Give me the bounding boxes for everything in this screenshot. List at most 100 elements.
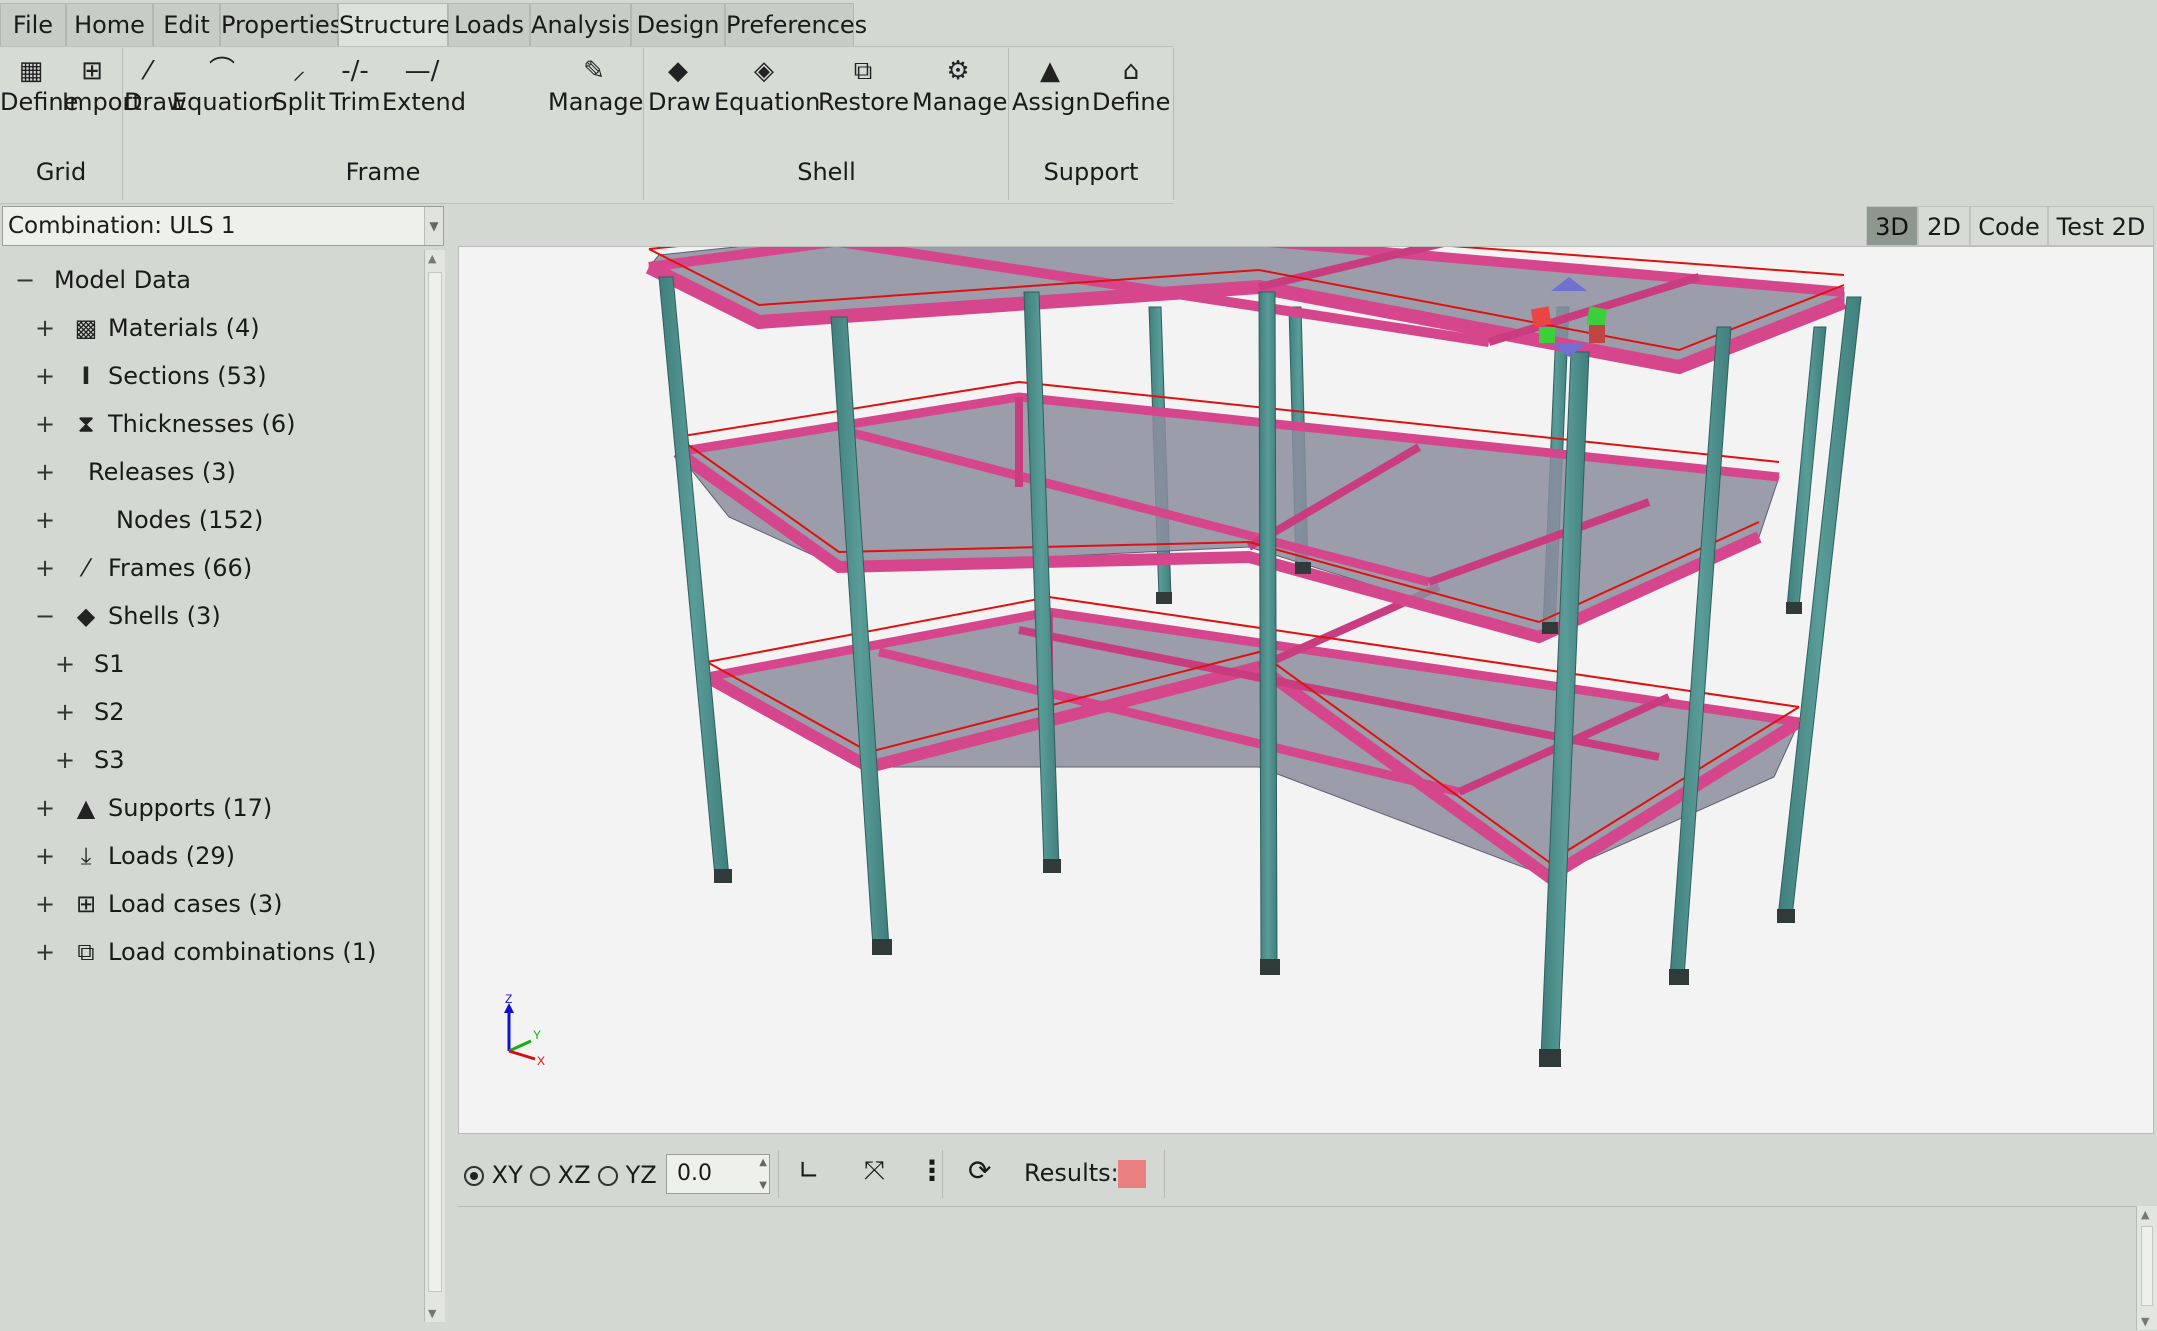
model-tree: − Model Data + ▩ Materials (4) + I Section…	[2, 250, 424, 1320]
group-label-frame: Frame	[345, 158, 421, 186]
expand-icon[interactable]: +	[34, 306, 56, 350]
tab-structure[interactable]: Structure	[338, 3, 451, 49]
expand-icon[interactable]: +	[54, 738, 76, 782]
spin-up-icon[interactable]: ▲	[759, 1157, 767, 1168]
scroll-down-icon[interactable]: ▼	[428, 1307, 436, 1320]
frame-split-icon: ⸝	[292, 56, 306, 86]
axis-triad-icon: Z Y X	[504, 992, 545, 1068]
support-assign-button[interactable]: ▲ Assign	[1012, 54, 1091, 124]
plane-label: XY	[491, 1161, 523, 1189]
tree-scrollbar[interactable]: ▲ ▼	[424, 250, 445, 1322]
shell-manage-button[interactable]: ⚙ Manage	[912, 54, 1007, 124]
extend-button[interactable]: —/ Extend	[382, 54, 466, 124]
bottom-toolbar: XY XZ YZ 0.0 ▲ ▼ ∟ ⤧ ⋮ ⟳ Results:	[458, 1146, 2157, 1204]
grid-define-button[interactable]: ▦ Define	[0, 54, 78, 124]
expand-icon[interactable]: +	[34, 546, 56, 590]
shell-equation-icon: ◈	[754, 56, 774, 86]
trim-icon: -/-	[341, 56, 369, 86]
slab-level-3	[645, 247, 1847, 375]
tree-item-label: Releases (3)	[88, 458, 236, 486]
frame-manage-icon: ✎	[583, 56, 605, 86]
tab-edit[interactable]: Edit	[153, 3, 220, 46]
tree-item-label: Model Data	[54, 266, 191, 294]
expand-icon[interactable]: +	[34, 786, 56, 830]
view-tab-code[interactable]: Code	[1970, 206, 2048, 246]
expand-icon[interactable]: +	[34, 882, 56, 926]
scroll-thumb[interactable]	[428, 272, 442, 1292]
radio-unchecked-icon	[530, 1166, 550, 1186]
frame-split-button[interactable]: ⸝ Split	[272, 54, 326, 124]
expand-icon[interactable]: +	[54, 690, 76, 734]
combination-select[interactable]: Combination: ULS 1 ▼	[2, 206, 444, 246]
tree-item-label: Thicknesses (6)	[108, 410, 296, 438]
scroll-thumb[interactable]	[2141, 1226, 2153, 1306]
frame-manage-button[interactable]: ✎ Manage	[548, 54, 643, 124]
group-label-support: Support	[1043, 158, 1139, 186]
structure-model-3d: Z Y X	[504, 247, 1862, 1068]
scroll-up-icon[interactable]: ▲	[428, 252, 436, 265]
support-define-button[interactable]: ⌂ Define	[1092, 54, 1170, 124]
thicknesses-icon: ⧗	[77, 410, 95, 438]
plane-xz-radio[interactable]: XZ	[530, 1160, 591, 1190]
refresh-icon[interactable]: ⟳	[968, 1154, 991, 1187]
frame-equation-button[interactable]: ⌒ Equation	[172, 54, 278, 124]
grid-import-icon: ⊞	[81, 56, 103, 86]
tab-file[interactable]: File	[0, 3, 66, 46]
result-color-swatch[interactable]	[1118, 1160, 1146, 1188]
view-tab-3d[interactable]: 3D	[1866, 206, 1918, 246]
group-label-grid: Grid	[35, 158, 87, 186]
grid-icon: ▦	[18, 56, 44, 86]
tab-home[interactable]: Home	[66, 3, 153, 46]
support-assign-icon: ▲	[1040, 56, 1060, 86]
tab-properties[interactable]: Properties	[220, 3, 342, 46]
plane-label: XZ	[557, 1161, 591, 1189]
tree-item-label: Load combinations (1)	[108, 938, 377, 966]
menu-bar: File Home Edit Properties Structure Load…	[0, 0, 2157, 49]
shell-restore-button[interactable]: ⧉ Restore	[818, 54, 909, 124]
shell-draw-icon: ◆	[668, 56, 688, 86]
grid-import-button[interactable]: ⊞ Import	[62, 54, 142, 124]
expand-icon[interactable]: +	[34, 834, 56, 878]
expand-icon[interactable]: +	[34, 450, 56, 494]
frame-draw-button[interactable]: ⁄ Draw	[124, 54, 187, 124]
ribbon-divider	[122, 48, 123, 200]
plane-yz-radio[interactable]: YZ	[598, 1160, 657, 1190]
view-tab-2d[interactable]: 2D	[1918, 206, 1970, 246]
svg-text:Y: Y	[533, 1028, 541, 1042]
plane-xy-radio[interactable]: XY	[464, 1160, 523, 1190]
tab-loads[interactable]: Loads	[448, 3, 530, 46]
radio-checked-icon	[464, 1166, 484, 1186]
shell-equation-button[interactable]: ◈ Equation	[714, 54, 820, 124]
output-panel	[458, 1206, 2139, 1331]
results-label: Results:	[1024, 1159, 1119, 1187]
level-spinbox[interactable]: 0.0 ▲ ▼	[666, 1154, 770, 1194]
collapse-icon[interactable]: −	[34, 594, 56, 638]
ribbon-divider	[643, 48, 644, 200]
expand-icon[interactable]: +	[34, 930, 56, 974]
chevron-down-icon[interactable]: ▼	[424, 207, 443, 245]
expand-icon[interactable]: +	[34, 498, 56, 542]
spin-down-icon[interactable]: ▼	[759, 1180, 767, 1191]
collapse-icon[interactable]: −	[14, 258, 36, 302]
scroll-down-icon[interactable]: ▼	[2141, 1315, 2149, 1328]
tree-item-label: Shells (3)	[108, 602, 221, 630]
tree-item-label: Loads (29)	[108, 842, 235, 870]
frame-equation-icon: ⌒	[208, 56, 235, 86]
tab-preferences[interactable]: Preferences	[725, 3, 867, 46]
3d-viewport[interactable]: Z Y X	[458, 246, 2154, 1134]
load-cases-icon: ⊞	[75, 890, 97, 918]
tab-design[interactable]: Design	[631, 3, 725, 46]
scroll-up-icon[interactable]: ▲	[2141, 1208, 2149, 1221]
trim-button[interactable]: -/- Trim	[328, 54, 382, 124]
output-scrollbar[interactable]: ▲ ▼	[2136, 1206, 2157, 1330]
expand-icon[interactable]: +	[34, 354, 56, 398]
angle-icon[interactable]: ∟	[798, 1156, 820, 1186]
radio-unchecked-icon	[598, 1166, 618, 1186]
fit-view-icon[interactable]: ⤧	[864, 1156, 885, 1187]
expand-icon[interactable]: +	[34, 402, 56, 446]
shell-draw-button[interactable]: ◆ Draw	[648, 54, 711, 124]
view-tabs: 3D 2D Code Test 2D	[458, 206, 2157, 246]
tab-analysis[interactable]: Analysis	[530, 3, 631, 46]
view-tab-test-2d[interactable]: Test 2D	[2048, 206, 2154, 246]
expand-icon[interactable]: +	[54, 642, 76, 686]
